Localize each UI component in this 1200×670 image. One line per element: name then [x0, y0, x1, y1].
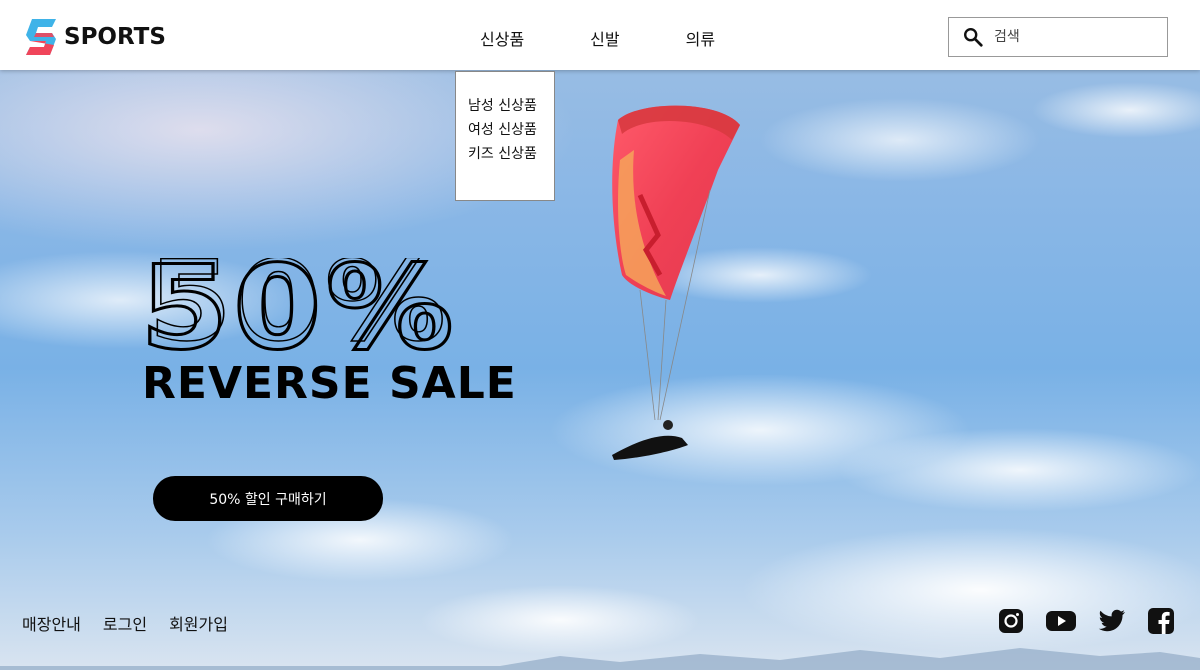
- main-nav: 신상품 신발 의류: [480, 26, 781, 50]
- dropdown-item-kids[interactable]: 키즈 신상품: [456, 142, 554, 166]
- facebook-icon[interactable]: [1148, 608, 1174, 634]
- mountain-silhouette: [0, 648, 1200, 670]
- search-box[interactable]: [948, 17, 1168, 57]
- new-products-dropdown: 남성 신상품 여성 신상품 키즈 신상품: [455, 71, 555, 201]
- nav-item-shoes[interactable]: 신발: [590, 26, 619, 50]
- dropdown-item-women[interactable]: 여성 신상품: [456, 118, 554, 142]
- search-icon[interactable]: [962, 26, 984, 48]
- site-logo[interactable]: SPORTS: [26, 17, 166, 57]
- social-links: [976, 608, 1174, 634]
- logo-text: SPORTS: [64, 24, 166, 50]
- logo-mark-icon: [26, 19, 56, 55]
- promo-title: REVERSE SALE: [142, 358, 517, 409]
- twitter-icon[interactable]: [1098, 609, 1126, 633]
- instagram-icon[interactable]: [998, 608, 1024, 634]
- youtube-icon[interactable]: [1046, 610, 1076, 632]
- promo-percent: 50% 50%: [140, 258, 456, 354]
- nav-item-clothing[interactable]: 의류: [686, 26, 715, 50]
- footer-link-stores[interactable]: 매장안내: [22, 611, 81, 635]
- paraglider-image: [612, 105, 740, 460]
- footer-link-login[interactable]: 로그인: [103, 611, 147, 635]
- footer-link-signup[interactable]: 회원가입: [169, 611, 228, 635]
- footer-links: 매장안내 로그인 회원가입: [22, 611, 250, 635]
- promo-percent-inner: 50%: [148, 258, 450, 354]
- site-header: SPORTS 신상품 신발 의류: [0, 0, 1200, 70]
- dropdown-item-men[interactable]: 남성 신상품: [456, 94, 554, 118]
- nav-item-new[interactable]: 신상품: [480, 26, 524, 50]
- search-input[interactable]: [994, 29, 1154, 45]
- discount-buy-button[interactable]: 50% 할인 구매하기: [153, 476, 383, 521]
